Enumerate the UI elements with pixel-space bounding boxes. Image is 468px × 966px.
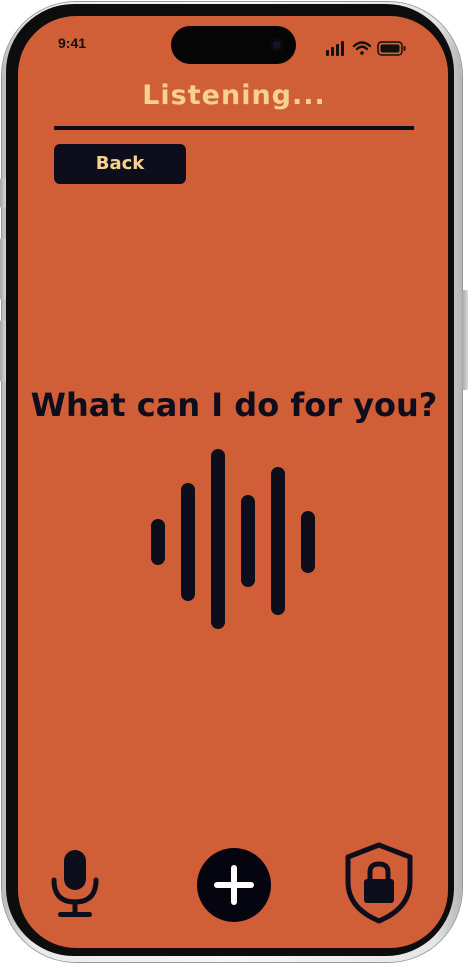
assistant-prompt: What can I do for you? (30, 386, 438, 424)
add-icon[interactable] (197, 848, 271, 922)
back-button[interactable]: Back (54, 144, 186, 184)
signal-icon (326, 41, 344, 56)
status-icons (326, 41, 406, 56)
dynamic-island (171, 26, 296, 64)
app-screen: 9:41 Listening... Back What can I do for… (18, 16, 448, 948)
status-time: 9:41 (58, 35, 87, 51)
battery-icon (377, 41, 406, 56)
sound-waveform-icon (151, 449, 315, 629)
header-divider (54, 126, 414, 130)
phone-mockup: 9:41 Listening... Back What can I do for… (0, 0, 468, 966)
page-title: Listening... (142, 80, 326, 111)
microphone-icon[interactable] (48, 848, 104, 920)
camera-icon (270, 38, 284, 52)
wifi-icon (352, 41, 372, 55)
shield-lock-icon[interactable] (344, 842, 414, 924)
power-button (462, 290, 468, 390)
